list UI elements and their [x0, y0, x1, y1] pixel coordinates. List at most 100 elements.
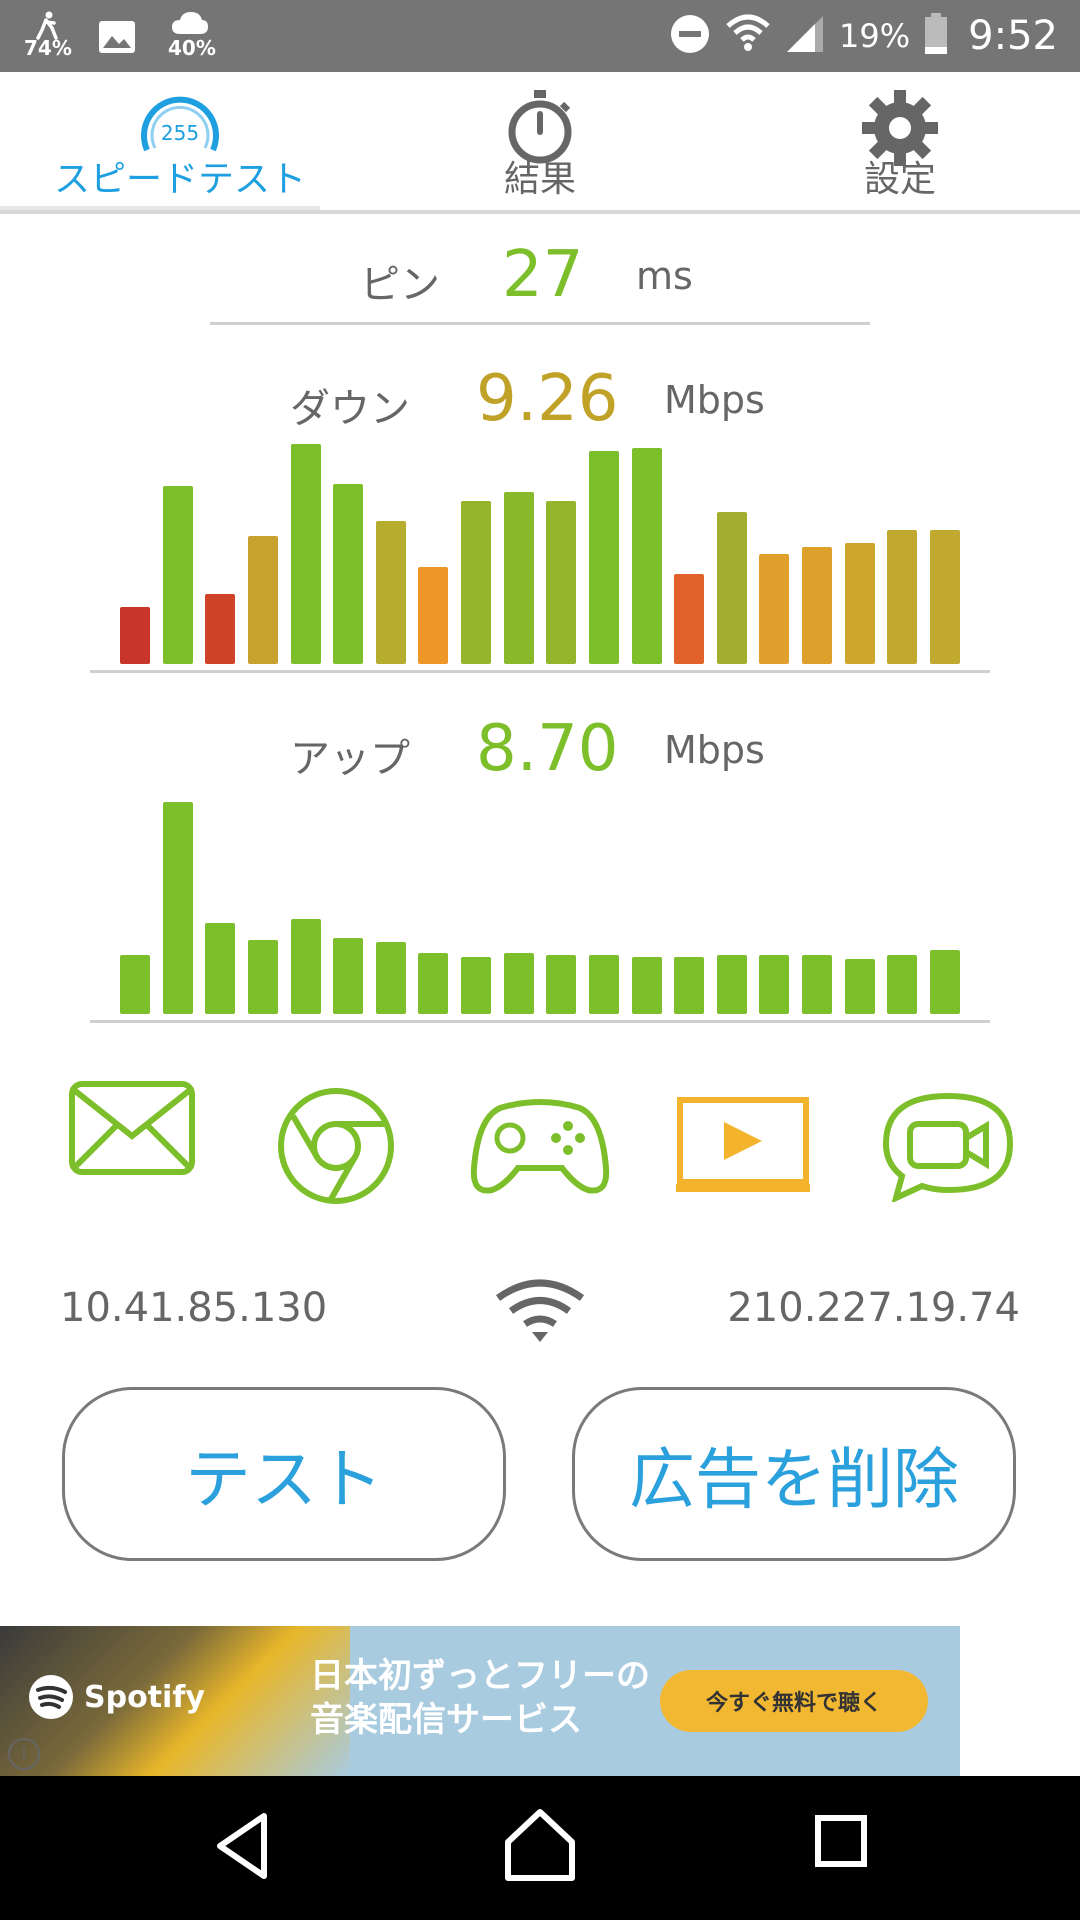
upload-unit: Mbps — [664, 728, 765, 772]
mail-icon — [68, 1080, 196, 1184]
ad-headline: 日本初ずっとフリーの 音楽配信サービス — [310, 1654, 650, 1742]
upload-row: アップ 8.70 Mbps — [0, 712, 1080, 792]
tab-settings-label: 設定 — [863, 159, 936, 200]
cloud-icon: 40% — [168, 8, 216, 64]
status-bar: 74% 40% 19% 9:52 — [0, 0, 1080, 72]
upload-baseline — [90, 1020, 990, 1023]
ad-brand: Spotify — [28, 1674, 205, 1720]
ping-value: 27 — [502, 238, 584, 312]
video-play-icon — [676, 1096, 810, 1200]
download-bar — [716, 512, 747, 664]
ping-row: ピン 27 ms — [0, 238, 1080, 318]
upload-bar — [887, 955, 918, 1014]
ad-cta-button[interactable]: 今すぐ無料で聴く — [660, 1670, 928, 1732]
upload-bar — [588, 955, 619, 1014]
download-bar — [333, 484, 364, 664]
download-bar — [418, 567, 449, 664]
test-button[interactable]: テスト — [62, 1387, 506, 1561]
tab-speedtest[interactable]: 255 スピードテスト — [30, 72, 330, 212]
download-bar — [162, 486, 193, 664]
runner-icon: 74% — [24, 8, 72, 64]
upload-bar — [120, 955, 150, 1014]
clock: 9:52 — [968, 13, 1058, 59]
download-chart — [90, 440, 990, 664]
signal-icon — [785, 14, 825, 58]
ad-line-1: 日本初ずっとフリーの — [310, 1656, 650, 1696]
upload-bar — [631, 957, 662, 1014]
video-chat-icon — [880, 1090, 1016, 1206]
do-not-disturb-icon — [669, 13, 711, 59]
tab-divider — [0, 210, 1080, 214]
upload-bar — [375, 942, 406, 1014]
upload-bar — [930, 950, 960, 1014]
tab-settings[interactable]: 設定 — [750, 72, 1050, 212]
status-right-indicators: 19% 9:52 — [669, 0, 1058, 72]
download-row: ダウン 9.26 Mbps — [0, 362, 1080, 442]
ping-unit: ms — [636, 254, 693, 298]
spotify-logo-icon — [29, 1675, 73, 1719]
battery-percent: 19% — [839, 17, 911, 55]
upload-label: アップ — [290, 736, 410, 782]
upload-bar — [503, 953, 534, 1014]
local-ip: 10.41.85.130 — [60, 1285, 328, 1331]
upload-bar — [205, 923, 236, 1014]
download-bar — [844, 543, 875, 664]
recents-icon[interactable] — [814, 1814, 868, 1872]
cloud-percent: 40% — [168, 36, 216, 60]
back-icon[interactable] — [212, 1806, 272, 1890]
upload-bar — [844, 959, 875, 1014]
image-icon — [96, 8, 142, 64]
status-left-indicators: 74% 40% — [24, 8, 216, 64]
navigation-bar — [0, 1776, 1080, 1920]
download-bar — [631, 448, 662, 664]
upload-value: 8.70 — [476, 712, 619, 786]
runner-percent: 74% — [24, 36, 72, 60]
download-bar — [802, 547, 833, 664]
gamepad-icon — [470, 1098, 610, 1202]
upload-bar — [461, 957, 492, 1014]
tab-speedtest-label: スピードテスト — [53, 159, 306, 200]
download-bar — [503, 492, 534, 664]
remove-ads-button[interactable]: 広告を削除 — [572, 1387, 1016, 1561]
upload-bar — [290, 919, 321, 1014]
download-unit: Mbps — [664, 378, 765, 422]
ad-banner[interactable]: Spotify 日本初ずっとフリーの 音楽配信サービス 今すぐ無料で聴く i — [0, 1626, 960, 1776]
download-bar — [930, 530, 960, 664]
battery-icon — [924, 13, 948, 59]
ad-info-icon[interactable]: i — [8, 1738, 40, 1770]
external-ip: 210.227.19.74 — [727, 1285, 1020, 1331]
upload-bar — [716, 955, 747, 1014]
upload-bar — [546, 955, 577, 1014]
wifi-icon — [725, 14, 771, 58]
download-bar — [205, 594, 236, 664]
tab-bar: 255 スピードテスト 結果 設定 — [0, 72, 1080, 212]
upload-bar — [333, 938, 364, 1014]
ping-divider — [210, 322, 870, 325]
upload-bar — [247, 940, 278, 1014]
upload-bar — [162, 802, 193, 1014]
download-label: ダウン — [290, 386, 410, 432]
download-bar — [461, 501, 492, 664]
upload-bar — [674, 957, 705, 1014]
ad-brand-label: Spotify — [84, 1679, 205, 1715]
chrome-icon — [276, 1086, 396, 1210]
download-bar — [674, 574, 705, 664]
tab-results[interactable]: 結果 — [390, 72, 690, 212]
home-icon[interactable] — [502, 1806, 578, 1890]
ad-line-2: 音楽配信サービス — [310, 1700, 582, 1740]
download-value: 9.26 — [476, 362, 619, 436]
gauge-value: 255 — [161, 121, 199, 145]
download-baseline — [90, 670, 990, 673]
download-bar — [588, 451, 619, 664]
upload-chart — [90, 798, 990, 1014]
download-bar — [375, 521, 406, 664]
download-bar — [759, 554, 790, 664]
download-bar — [120, 607, 150, 664]
download-bar — [546, 501, 577, 664]
tab-results-label: 結果 — [503, 159, 576, 200]
download-bar — [887, 530, 918, 664]
upload-bar — [802, 955, 833, 1014]
ping-label: ピン — [360, 262, 440, 308]
upload-bar — [418, 953, 449, 1014]
upload-bar — [759, 955, 790, 1014]
